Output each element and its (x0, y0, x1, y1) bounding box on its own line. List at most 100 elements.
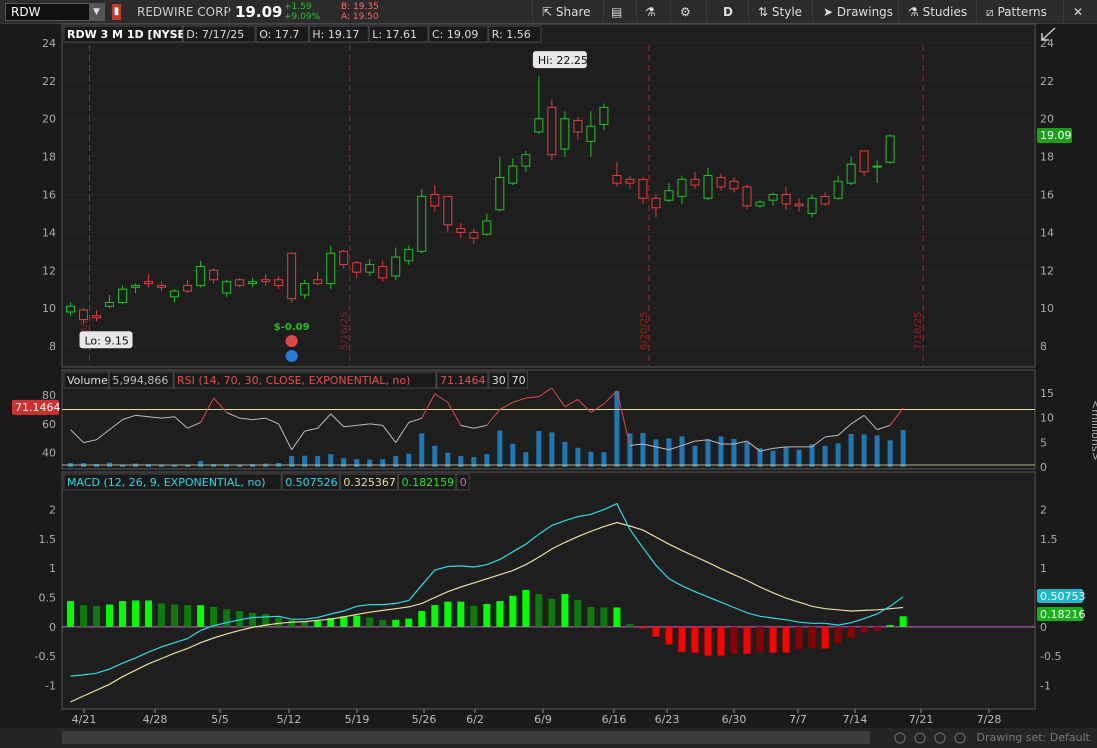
price-header-text: D: 7/17/25 (186, 28, 244, 41)
macd-histogram-bar (366, 617, 374, 627)
volume-bar (94, 464, 100, 467)
candle-body (599, 106, 609, 125)
macd-histogram-bar (470, 605, 478, 627)
candle-body (365, 264, 375, 273)
candle-body (716, 176, 726, 188)
candle-body (625, 178, 635, 184)
macd-axis-label-left: 1.5 (39, 533, 57, 546)
macd-histogram-bar (587, 606, 595, 627)
volume-bar (783, 446, 789, 467)
price-axis-label-right: 18 (1040, 151, 1054, 164)
candle-body (521, 154, 531, 167)
candle-body (118, 288, 128, 303)
price-axis-label-right: 16 (1040, 189, 1054, 202)
macd-axis-label-left: 2 (49, 504, 56, 517)
candle-body (677, 178, 687, 197)
x-axis-label: 7/28 (977, 713, 1002, 726)
hi-label: Hi: 22.25 (538, 54, 588, 67)
candle-body (300, 283, 310, 296)
candle-body (144, 281, 154, 285)
macd-histogram-bar (678, 626, 686, 653)
macd-header-text: MACD (12, 26, 9, EXPONENTIAL, no) (67, 476, 266, 489)
macd-histogram-bar (639, 626, 647, 629)
price-axis-label-right: 12 (1040, 264, 1054, 277)
horizontal-scrollbar (62, 731, 870, 744)
macd-axis-label-right: 1.5 (1040, 533, 1058, 546)
candle-body (495, 176, 505, 211)
macd-axis-label-left: -0.5 (35, 650, 56, 663)
macd-histogram-bar (613, 607, 621, 627)
volume-bar (848, 433, 854, 467)
x-axis-label: 6/16 (602, 713, 627, 726)
volume-bar (510, 443, 516, 467)
macd-histogram-bar (93, 605, 101, 627)
macd-histogram-bar (665, 626, 673, 645)
macd-histogram-bar (353, 615, 361, 627)
volume-bar (354, 459, 360, 467)
candle-body (170, 290, 180, 298)
x-axis-label: 5/26 (412, 713, 437, 726)
macd-histogram-bar (600, 607, 608, 627)
volume-header-text: 70 (512, 374, 526, 387)
macd-histogram-bar (444, 601, 452, 627)
period-marker-label: 5/16/25 (340, 311, 351, 350)
candle-body (729, 180, 739, 190)
volume-bar (744, 442, 750, 467)
macd-histogram-bar (275, 617, 283, 627)
x-axis-label: 5/12 (277, 713, 302, 726)
candle-body (430, 194, 440, 207)
candle-body (833, 180, 843, 199)
x-axis-label: 6/23 (655, 713, 680, 726)
volume-bar (614, 390, 620, 467)
candle-body (274, 279, 284, 286)
earnings-icon (285, 335, 298, 347)
candle-body (92, 315, 102, 319)
price-header-text: L: 17.61 (372, 28, 417, 41)
price-header-text: C: 19.09 (432, 28, 478, 41)
volume-bar (380, 459, 386, 467)
candle-body (781, 194, 791, 205)
macd-histogram-bar (886, 625, 894, 627)
volume-bar (562, 441, 568, 467)
volume-header-text: 5,994,866 (112, 374, 168, 387)
candle-body (339, 250, 349, 266)
price-axis-label-left: 14 (42, 226, 56, 239)
candle-body (703, 175, 713, 199)
candle-body (391, 256, 401, 277)
price-axis-label-left: 12 (42, 264, 56, 277)
volume-bar (419, 433, 425, 467)
macd-histogram-bar (496, 601, 504, 627)
volume-bar (432, 445, 438, 467)
candle-body (287, 252, 297, 300)
macd-histogram-bar (119, 601, 127, 627)
volume-bar (250, 464, 256, 467)
macd-histogram-bar (522, 589, 530, 627)
macd-histogram-bar (769, 626, 777, 653)
price-panel (61, 23, 1036, 368)
macd-diff-badge-text: 0.18216 (1040, 608, 1086, 621)
volume-bar (861, 434, 867, 467)
macd-axis-label-right: -1 (1040, 679, 1051, 692)
candle-body (612, 175, 622, 184)
candle-body (690, 178, 700, 186)
candle-body (209, 269, 219, 281)
volume-axis-label: 5 (1040, 436, 1047, 449)
macd-histogram-bar (379, 619, 387, 627)
volume-bar (497, 430, 503, 467)
last-price-badge-text: 19.09 (1040, 129, 1072, 142)
macd-histogram-bar (899, 616, 907, 627)
volume-bar (822, 445, 828, 467)
candle-body (547, 106, 557, 156)
volume-bar (640, 432, 646, 467)
macd-histogram-bar (548, 598, 556, 627)
macd-axis-label-left: 1 (49, 562, 56, 575)
price-header-text: RDW 3 M 1D [NYSE] (67, 28, 190, 41)
candle-body (586, 125, 596, 142)
macd-histogram-bar (756, 626, 764, 653)
macd-histogram-bar (80, 605, 88, 627)
price-header-text: O: 17.7 (259, 28, 299, 41)
chart-area[interactable]: 8 810 1012 1214 1416 1618 1820 2022 2224 244/18/2… (0, 0, 1097, 748)
macd-panel (61, 471, 1036, 710)
candle-body (638, 178, 648, 199)
volume-bar (874, 435, 880, 467)
